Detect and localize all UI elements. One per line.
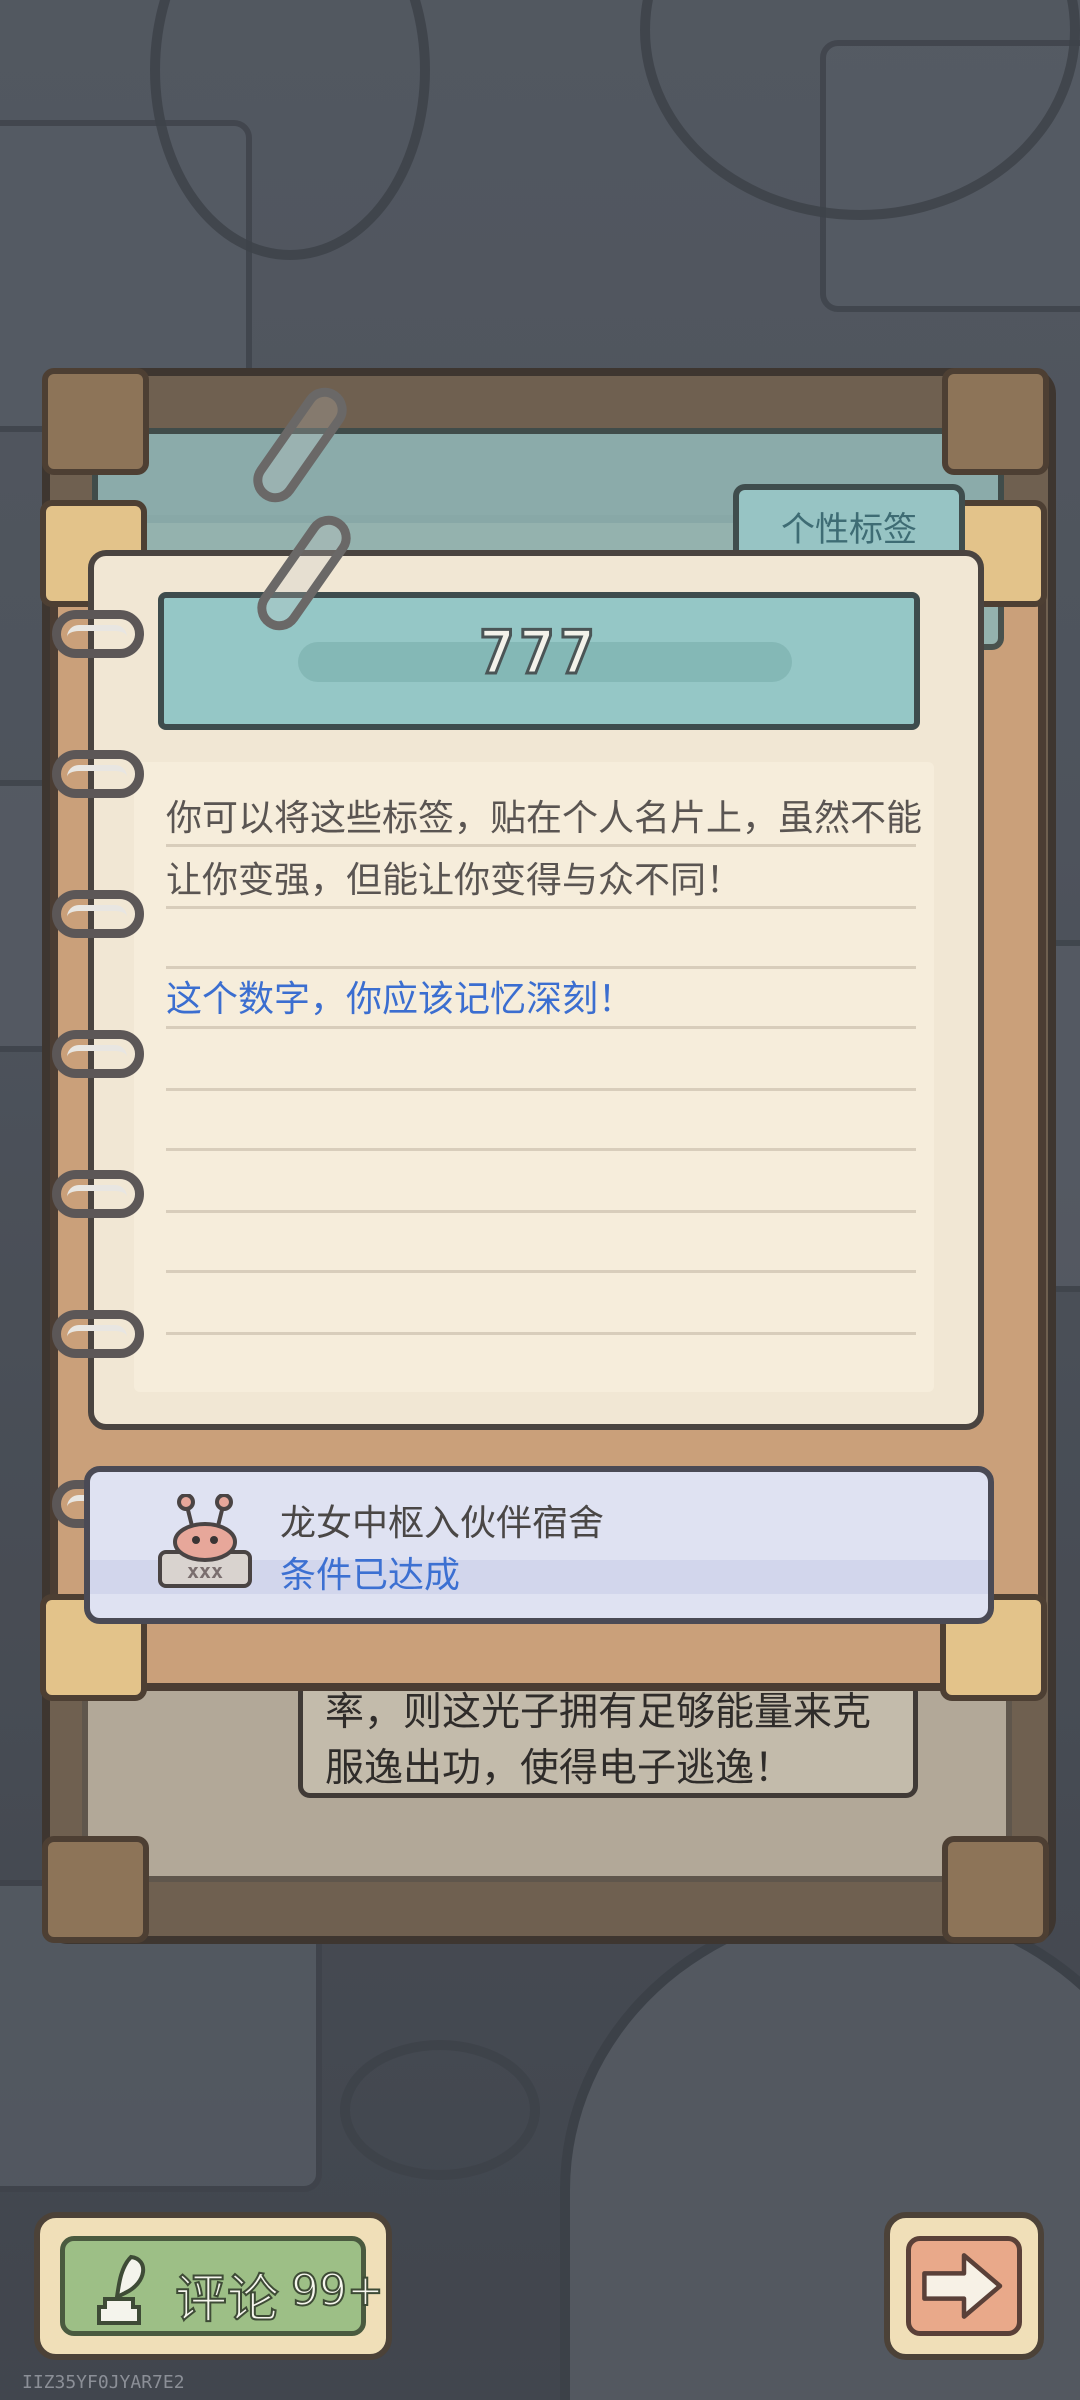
binder-ring	[52, 890, 144, 938]
ruled-line	[166, 1148, 916, 1151]
comment-button[interactable]: 评论 99+	[34, 2212, 392, 2360]
tag-hint: 这个数字，你应该记忆深刻！	[166, 979, 635, 1020]
ruled-line	[166, 1026, 916, 1029]
binder-ring	[52, 610, 144, 658]
user-id-watermark: IIZ35YF0JYAR7E2	[22, 2372, 185, 2393]
condition-name: 龙女中枢入伙伴宿舍	[280, 1503, 605, 1544]
svg-text:xxx: xxx	[187, 1559, 223, 1583]
unlock-condition-card: xxx 龙女中枢入伙伴宿舍 条件已达成	[84, 1466, 994, 1624]
ruled-line	[166, 1210, 916, 1213]
binder-ring	[52, 1030, 144, 1078]
frame-corner	[42, 368, 149, 475]
comment-label: 评论	[174, 2269, 280, 2331]
comment-button-face: 评论 99+	[60, 2236, 385, 2336]
frame-corner	[942, 1836, 1049, 1943]
ruled-line	[166, 1088, 916, 1091]
ruled-line	[166, 1270, 916, 1273]
frame-corner	[42, 1836, 149, 1943]
binder-ring	[52, 750, 144, 798]
binder-ring	[52, 1310, 144, 1358]
ruled-line	[166, 1332, 916, 1335]
snail-icon: xxx	[158, 1494, 252, 1588]
quill-icon	[97, 2254, 146, 2325]
comment-count: 99+	[290, 2264, 385, 2317]
next-button-face	[906, 2236, 1022, 2336]
ruled-line	[166, 966, 916, 969]
next-button[interactable]	[884, 2212, 1044, 2360]
condition-status: 条件已达成	[280, 1555, 461, 1596]
frame-corner	[942, 368, 1049, 475]
back-sheet-text: 率，则这光子拥有足够能量来克服逸出功，使得电子逃逸！	[298, 1680, 918, 1798]
arrow-right-icon	[922, 2253, 1003, 2319]
binder-ring	[52, 1170, 144, 1218]
tag-description: 你可以将这些标签，贴在个人名片上，虽然不能让你变强，但能让你变得与众不同！	[166, 798, 923, 901]
tab-label: 个性标签	[781, 509, 917, 550]
